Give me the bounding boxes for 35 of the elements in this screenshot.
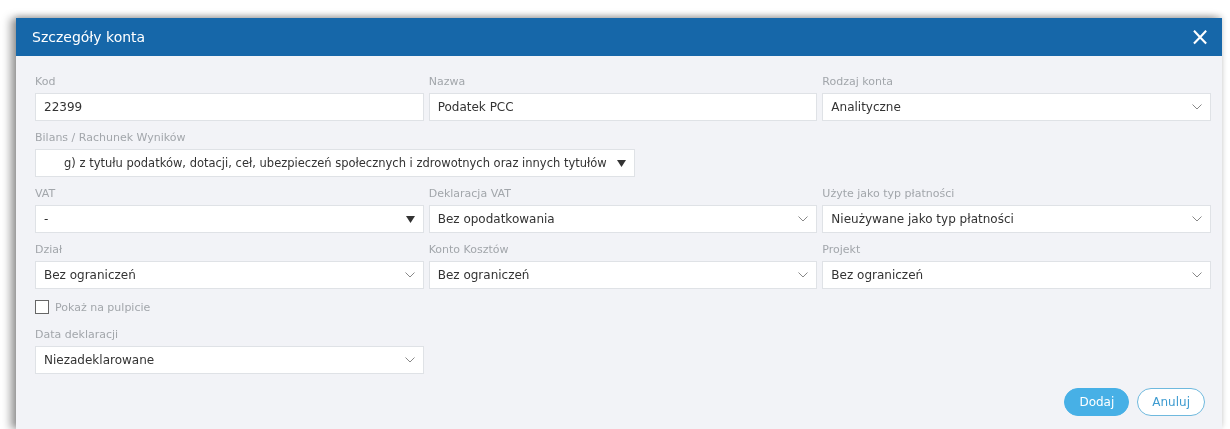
chevron-down-icon bbox=[1192, 216, 1202, 222]
select-field[interactable]: Bez opodatkowania bbox=[428, 205, 818, 233]
dropdown-field[interactable]: g) z tytułu podatków, dotacji, ceł, ubezpieczeń społecznych i zdrowotnych oraz innych tytułów bbox=[35, 149, 635, 177]
chevron-down-icon bbox=[404, 357, 415, 363]
checkbox-label: Pokaż na pulpicie bbox=[55, 300, 151, 314]
triangle-down-icon bbox=[405, 215, 415, 223]
chevron-down-icon bbox=[798, 272, 809, 278]
field-label: Kod bbox=[35, 75, 57, 89]
field-label: Nazwa bbox=[428, 75, 467, 89]
field-label: Dział bbox=[35, 243, 64, 257]
field-label: VAT bbox=[35, 187, 57, 201]
triangle-down-icon bbox=[617, 159, 626, 167]
chevron-down-icon bbox=[1192, 272, 1202, 278]
checkbox[interactable] bbox=[35, 300, 49, 314]
chevron-down-icon bbox=[1192, 104, 1202, 110]
select-field[interactable]: Analityczne bbox=[822, 93, 1211, 121]
dialog-title: Szczegóły konta bbox=[32, 29, 146, 45]
select-field[interactable]: Bez ograniczeń bbox=[35, 261, 424, 289]
field-label: Użyte jako typ płatności bbox=[822, 187, 956, 201]
field-label: Bilans / Rachunek Wyników bbox=[35, 131, 187, 145]
select-field[interactable]: Bez ograniczeń bbox=[822, 261, 1211, 289]
chevron-down-icon bbox=[404, 272, 415, 278]
field-label: Deklaracja VAT bbox=[428, 187, 512, 201]
dropdown-field[interactable]: - bbox=[35, 205, 424, 233]
field-label: Rodzaj konta bbox=[822, 75, 894, 89]
text-field[interactable]: Podatek PCC bbox=[428, 93, 818, 121]
select-field[interactable]: Nieużywane jako typ płatności bbox=[822, 205, 1211, 233]
close-button[interactable]: × bbox=[1185, 25, 1214, 49]
chevron-down-icon bbox=[798, 216, 809, 222]
field-label: Konto Kosztów bbox=[428, 243, 510, 257]
field-label: Data deklaracji bbox=[35, 328, 120, 342]
text-field[interactable]: 22399 bbox=[35, 93, 424, 121]
select-field[interactable]: Niezadeklarowane bbox=[35, 346, 424, 374]
field-label: Projekt bbox=[822, 243, 862, 257]
select-field[interactable]: Bez ograniczeń bbox=[428, 261, 818, 289]
